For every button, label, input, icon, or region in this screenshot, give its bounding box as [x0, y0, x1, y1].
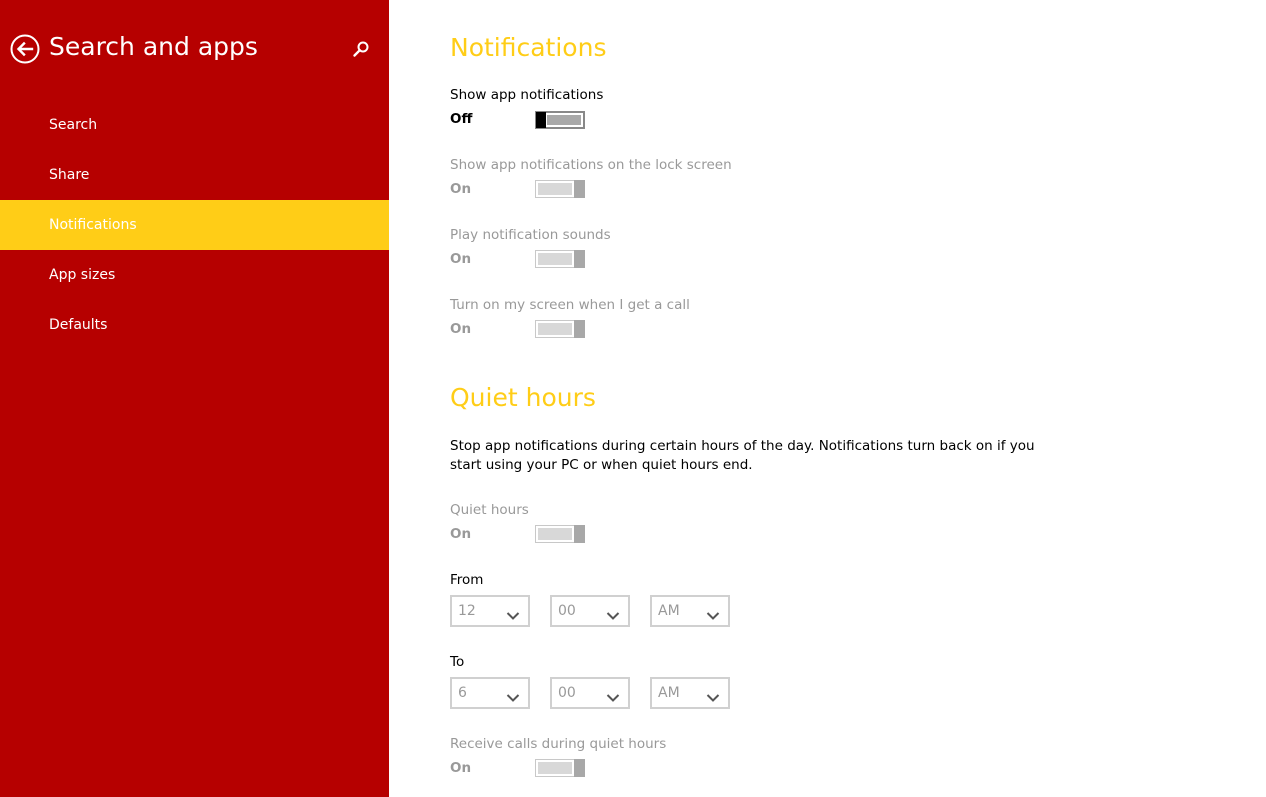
quiet-hours-heading: Quiet hours: [450, 383, 596, 412]
screen-on-call-state: On: [450, 321, 472, 337]
sidebar-item-notifications[interactable]: Notifications: [0, 200, 389, 250]
screen-on-call-toggle[interactable]: [535, 320, 585, 338]
receive-calls-state: On: [450, 760, 472, 776]
show-app-notifications-label: Show app notifications: [450, 87, 604, 103]
to-label: To: [450, 654, 465, 670]
lock-screen-notifications-toggle[interactable]: [535, 180, 585, 198]
to-minute-value: 00: [558, 685, 576, 701]
to-hour-select[interactable]: 6: [450, 677, 530, 709]
from-label: From: [450, 572, 484, 588]
from-period-select[interactable]: AM: [650, 595, 730, 627]
page-title: Search and apps: [49, 32, 258, 61]
chevron-down-icon: [506, 688, 520, 707]
sidebar-item-share[interactable]: Share: [0, 150, 389, 200]
quiet-hours-description: Stop app notifications during certain ho…: [450, 438, 1035, 473]
from-period-value: AM: [658, 603, 680, 619]
from-hour-select[interactable]: 12: [450, 595, 530, 627]
quiet-hours-toggle-label: Quiet hours: [450, 502, 529, 518]
to-period-value: AM: [658, 685, 680, 701]
chevron-down-icon: [706, 688, 720, 707]
from-minute-select[interactable]: 00: [550, 595, 630, 627]
chevron-down-icon: [606, 688, 620, 707]
quiet-hours-toggle[interactable]: [535, 525, 585, 543]
receive-calls-label: Receive calls during quiet hours: [450, 736, 667, 752]
show-app-notifications-toggle[interactable]: [535, 111, 585, 129]
sidebar-item-defaults[interactable]: Defaults: [0, 300, 389, 350]
quiet-hours-state: On: [450, 526, 472, 542]
back-arrow-icon[interactable]: [10, 34, 40, 64]
to-period-select[interactable]: AM: [650, 677, 730, 709]
notification-sounds-toggle[interactable]: [535, 250, 585, 268]
notification-sounds-label: Play notification sounds: [450, 227, 611, 243]
notification-sounds-state: On: [450, 251, 472, 267]
receive-calls-toggle[interactable]: [535, 759, 585, 777]
from-minute-value: 00: [558, 603, 576, 619]
lock-screen-notifications-label: Show app notifications on the lock scree…: [450, 157, 732, 173]
show-app-notifications-state: Off: [450, 111, 473, 127]
notifications-heading: Notifications: [450, 33, 607, 62]
sidebar-item-search[interactable]: Search: [0, 100, 389, 150]
search-icon[interactable]: [352, 40, 370, 60]
sidebar-nav: Search Share Notifications App sizes Def…: [0, 100, 389, 350]
sidebar-item-app-sizes[interactable]: App sizes: [0, 250, 389, 300]
screen-on-call-label: Turn on my screen when I get a call: [450, 297, 690, 313]
from-hour-value: 12: [458, 603, 476, 619]
to-hour-value: 6: [458, 685, 467, 701]
chevron-down-icon: [506, 606, 520, 625]
sidebar: Search and apps Search Share Notificatio…: [0, 0, 389, 797]
to-minute-select[interactable]: 00: [550, 677, 630, 709]
lock-screen-notifications-state: On: [450, 181, 472, 197]
chevron-down-icon: [706, 606, 720, 625]
chevron-down-icon: [606, 606, 620, 625]
